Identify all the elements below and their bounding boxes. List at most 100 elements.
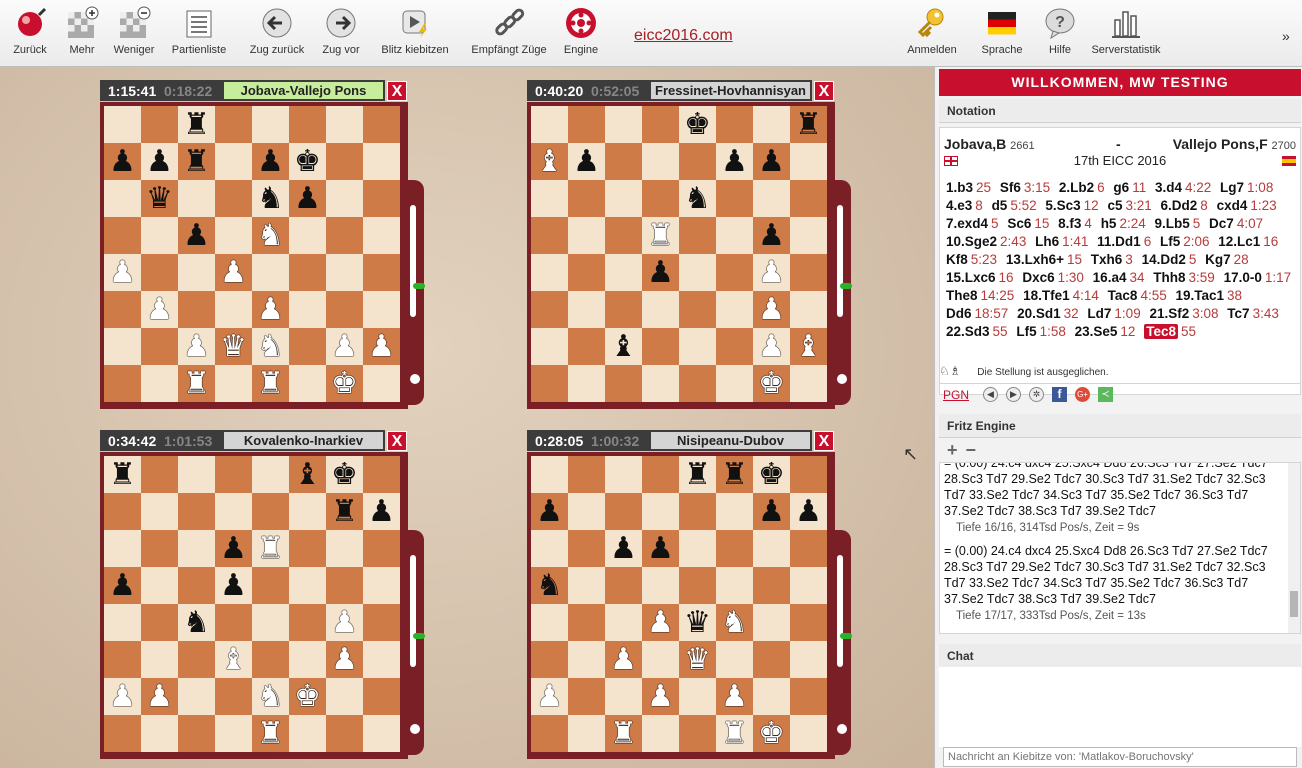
board-square[interactable] [790,456,827,493]
move[interactable]: 8.f3 [1058,216,1081,231]
board-square[interactable] [363,530,400,567]
white-rook-piece[interactable]: ♜ [178,365,215,402]
board-square[interactable] [141,106,178,143]
white-pawn-piece[interactable]: ♟ [642,678,679,715]
close-board-icon[interactable]: X [814,431,834,451]
board-square[interactable] [790,678,827,715]
board-square[interactable] [531,456,568,493]
google-plus-icon[interactable]: G+ [1075,387,1091,402]
move[interactable]: Kg7 [1205,252,1231,267]
move[interactable]: Dd6 [946,306,972,321]
board-square[interactable] [215,365,252,402]
board-square[interactable] [531,291,568,328]
board-square[interactable] [716,493,753,530]
white-pawn-piece[interactable]: ♟ [326,328,363,365]
board-square[interactable] [790,143,827,180]
board-square[interactable] [790,254,827,291]
white-pawn-piece[interactable]: ♟ [753,328,790,365]
white-bishop-piece[interactable]: ♝ [215,641,252,678]
board-square[interactable] [716,217,753,254]
white-queen-piece[interactable]: ♛ [215,328,252,365]
move[interactable]: Tec8 [1144,324,1178,339]
zurueck-button[interactable]: Zurück [10,6,50,64]
board-square[interactable] [326,291,363,328]
board-square[interactable] [568,106,605,143]
board-square[interactable] [716,530,753,567]
move[interactable]: 13.Lxh6+ [1006,252,1064,267]
board-square[interactable] [679,217,716,254]
chat-input[interactable] [943,747,1297,767]
move[interactable]: Txh6 [1091,252,1123,267]
chess-board[interactable]: 0:40:20 0:52:05 Fressinet-Hovhannisyan X ♚ ♜ ♝… [527,80,852,410]
move[interactable]: 14.Dd2 [1142,252,1186,267]
white-king-piece[interactable]: ♚ [753,365,790,402]
board-square[interactable] [531,254,568,291]
board-square[interactable] [531,530,568,567]
board-square[interactable] [568,493,605,530]
chess-board[interactable]: 0:28:05 1:00:32 Nisipeanu-Dubov X ♜ ♜ ♚ ♟ ♟ ♟ ♟ ♟ ♞ ♟… [527,430,852,760]
eval-slider[interactable] [410,555,425,667]
move[interactable]: Lf5 [1160,234,1180,249]
board-square[interactable] [215,217,252,254]
white-rook-piece[interactable]: ♜ [252,530,289,567]
board-square[interactable] [104,641,141,678]
eval-slider[interactable] [837,205,852,317]
board-square[interactable] [753,604,790,641]
board-square[interactable] [363,365,400,402]
white-pawn-piece[interactable]: ♟ [178,328,215,365]
black-pawn-piece[interactable]: ♟ [753,217,790,254]
board-square[interactable] [679,365,716,402]
white-rook-piece[interactable]: ♜ [642,217,679,254]
board-square[interactable] [531,180,568,217]
board-square[interactable] [790,365,827,402]
board-square[interactable] [531,715,568,752]
board-square[interactable] [326,180,363,217]
board-square[interactable] [753,567,790,604]
move[interactable]: h5 [1101,216,1117,231]
board-square[interactable] [790,604,827,641]
board-square[interactable] [104,328,141,365]
empfaengt-zuege-button[interactable]: Empfängt Züge [468,6,550,64]
white-pawn-piece[interactable]: ♟ [104,254,141,291]
white-pawn-piece[interactable]: ♟ [104,678,141,715]
black-pawn-piece[interactable]: ♟ [568,143,605,180]
board-square[interactable] [289,217,326,254]
black-pawn-piece[interactable]: ♟ [178,217,215,254]
eval-slider-knob[interactable] [413,633,425,639]
board-square[interactable] [178,180,215,217]
move[interactable]: Sc6 [1007,216,1031,231]
move[interactable]: Lg7 [1220,180,1244,195]
board-square[interactable] [679,291,716,328]
board-square[interactable] [568,567,605,604]
move[interactable]: 9.Lb5 [1155,216,1190,231]
facebook-icon[interactable]: f [1052,387,1068,402]
board-square[interactable] [252,254,289,291]
board-square[interactable] [568,217,605,254]
black-bishop-piece[interactable]: ♝ [605,328,642,365]
board-square[interactable] [289,254,326,291]
share-icon[interactable]: ≺ [1098,387,1114,402]
board-square[interactable] [289,641,326,678]
move[interactable]: Dxc6 [1022,270,1054,285]
white-king-piece[interactable]: ♚ [289,678,326,715]
serverstatistik-button[interactable]: Serverstatistik [1090,6,1162,64]
board-square[interactable] [141,530,178,567]
board-square[interactable] [141,604,178,641]
next-icon[interactable]: ▶ [1006,387,1022,402]
black-pawn-piece[interactable]: ♟ [790,493,827,530]
white-king-piece[interactable]: ♚ [326,365,363,402]
board-square[interactable] [104,291,141,328]
move[interactable]: 11.Dd1 [1097,234,1141,249]
board-square[interactable] [605,493,642,530]
black-queen-piece[interactable]: ♛ [141,180,178,217]
black-pawn-piece[interactable]: ♟ [104,567,141,604]
move[interactable]: 1.b3 [946,180,973,195]
board-square[interactable] [289,567,326,604]
black-pawn-piece[interactable]: ♟ [531,493,568,530]
board-square[interactable] [104,604,141,641]
board-square[interactable] [326,678,363,715]
move[interactable]: The8 [946,288,978,303]
board-square[interactable] [790,217,827,254]
white-pawn-piece[interactable]: ♟ [753,254,790,291]
sprache-button[interactable]: Sprache [978,6,1026,64]
